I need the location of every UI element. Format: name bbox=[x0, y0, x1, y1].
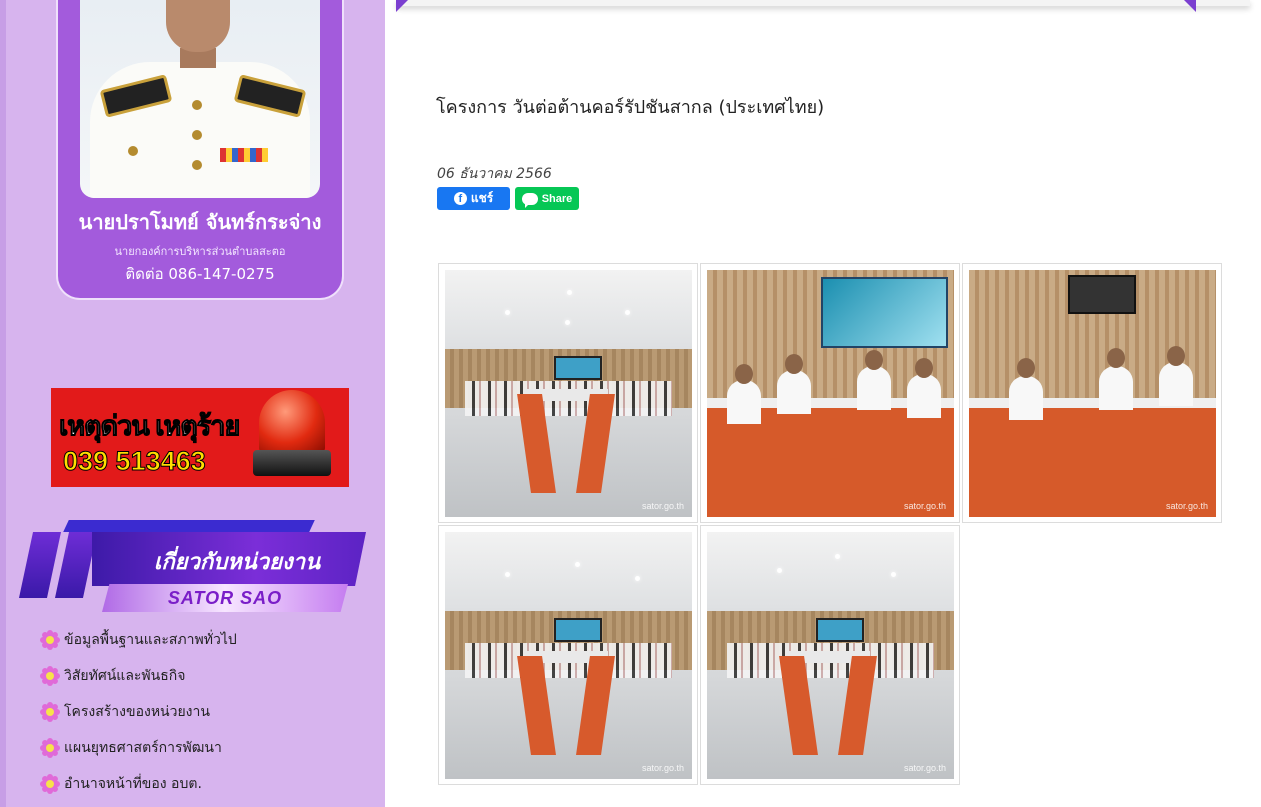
about-menu: ข้อมูลพื้นฐานและสภาพทั่วไป วิสัยทัศน์และ… bbox=[38, 622, 378, 802]
line-share-label: Share bbox=[541, 192, 573, 205]
menu-item-authority[interactable]: อำนาจหน้าที่ของ อบต. bbox=[38, 766, 378, 802]
photo-watermark: sator.go.th bbox=[641, 763, 684, 773]
photo-watermark: sator.go.th bbox=[1165, 501, 1208, 511]
profile-photo bbox=[80, 0, 320, 198]
about-title: เกี่ยวกับหน่วยงาน bbox=[153, 550, 321, 575]
flower-icon bbox=[38, 628, 62, 652]
photo-watermark: sator.go.th bbox=[641, 501, 684, 511]
flower-icon bbox=[38, 772, 62, 796]
photo-watermark: sator.go.th bbox=[903, 763, 946, 773]
line-share-button[interactable]: Share bbox=[515, 187, 579, 210]
gallery-photo[interactable]: sator.go.th bbox=[438, 525, 698, 785]
article-title: โครงการ วันต่อต้านคอร์รัปชันสากล (ประเทศ… bbox=[436, 97, 825, 118]
menu-item-label: แผนยุทธศาสตร์การพัฒนา bbox=[64, 740, 222, 756]
gallery-photo[interactable]: sator.go.th bbox=[962, 263, 1222, 523]
menu-item-vision[interactable]: วิสัยทัศน์และพันธกิจ bbox=[38, 658, 378, 694]
profile-card: นายปราโมทย์ จันทร์กระจ่าง นายกองค์การบริ… bbox=[58, 0, 342, 298]
menu-item-label: ข้อมูลพื้นฐานและสภาพทั่วไป bbox=[64, 632, 237, 648]
line-icon bbox=[521, 192, 538, 208]
flower-icon bbox=[38, 664, 62, 688]
facebook-share-label: แชร์ bbox=[470, 191, 494, 205]
about-banner: เกี่ยวกับหน่วยงาน SATOR SAO bbox=[18, 520, 370, 620]
flower-icon bbox=[38, 736, 62, 760]
siren-icon bbox=[253, 390, 331, 476]
facebook-icon: f bbox=[453, 192, 467, 205]
menu-item-strategy[interactable]: แผนยุทธศาสตร์การพัฒนา bbox=[38, 730, 378, 766]
profile-name: นายปราโมทย์ จันทร์กระจ่าง bbox=[78, 210, 322, 234]
emergency-banner[interactable]: เหตุด่วน เหตุร้าย 039 513463 bbox=[51, 388, 349, 487]
gallery-photo[interactable]: sator.go.th bbox=[438, 263, 698, 523]
gallery-photo[interactable]: sator.go.th bbox=[700, 525, 960, 785]
about-subtitle: SATOR SAO bbox=[167, 588, 283, 608]
emergency-phone: 039 513463 bbox=[63, 446, 207, 477]
flower-icon bbox=[38, 700, 62, 724]
profile-phone: ติดต่อ 086-147-0275 bbox=[125, 265, 275, 283]
profile-role: นายกองค์การบริหารส่วนตำบลสะตอ bbox=[114, 245, 286, 258]
gallery-photo[interactable]: sator.go.th bbox=[700, 263, 960, 523]
photo-watermark: sator.go.th bbox=[903, 501, 946, 511]
article-date: 06 ธันวาคม 2566 bbox=[437, 166, 552, 182]
menu-item-label: โครงสร้างของหน่วยงาน bbox=[64, 704, 210, 720]
facebook-share-button[interactable]: f แชร์ bbox=[437, 187, 510, 210]
menu-item-label: วิสัยทัศน์และพันธกิจ bbox=[64, 668, 186, 684]
sidebar: นายปราโมทย์ จันทร์กระจ่าง นายกองค์การบริ… bbox=[0, 0, 385, 807]
emergency-title: เหตุด่วน เหตุร้าย bbox=[58, 411, 240, 442]
menu-item-label: อำนาจหน้าที่ของ อบต. bbox=[64, 776, 202, 792]
menu-item-basic-info[interactable]: ข้อมูลพื้นฐานและสภาพทั่วไป bbox=[38, 622, 378, 658]
menu-item-structure[interactable]: โครงสร้างของหน่วยงาน bbox=[38, 694, 378, 730]
top-bar bbox=[396, 0, 1250, 12]
